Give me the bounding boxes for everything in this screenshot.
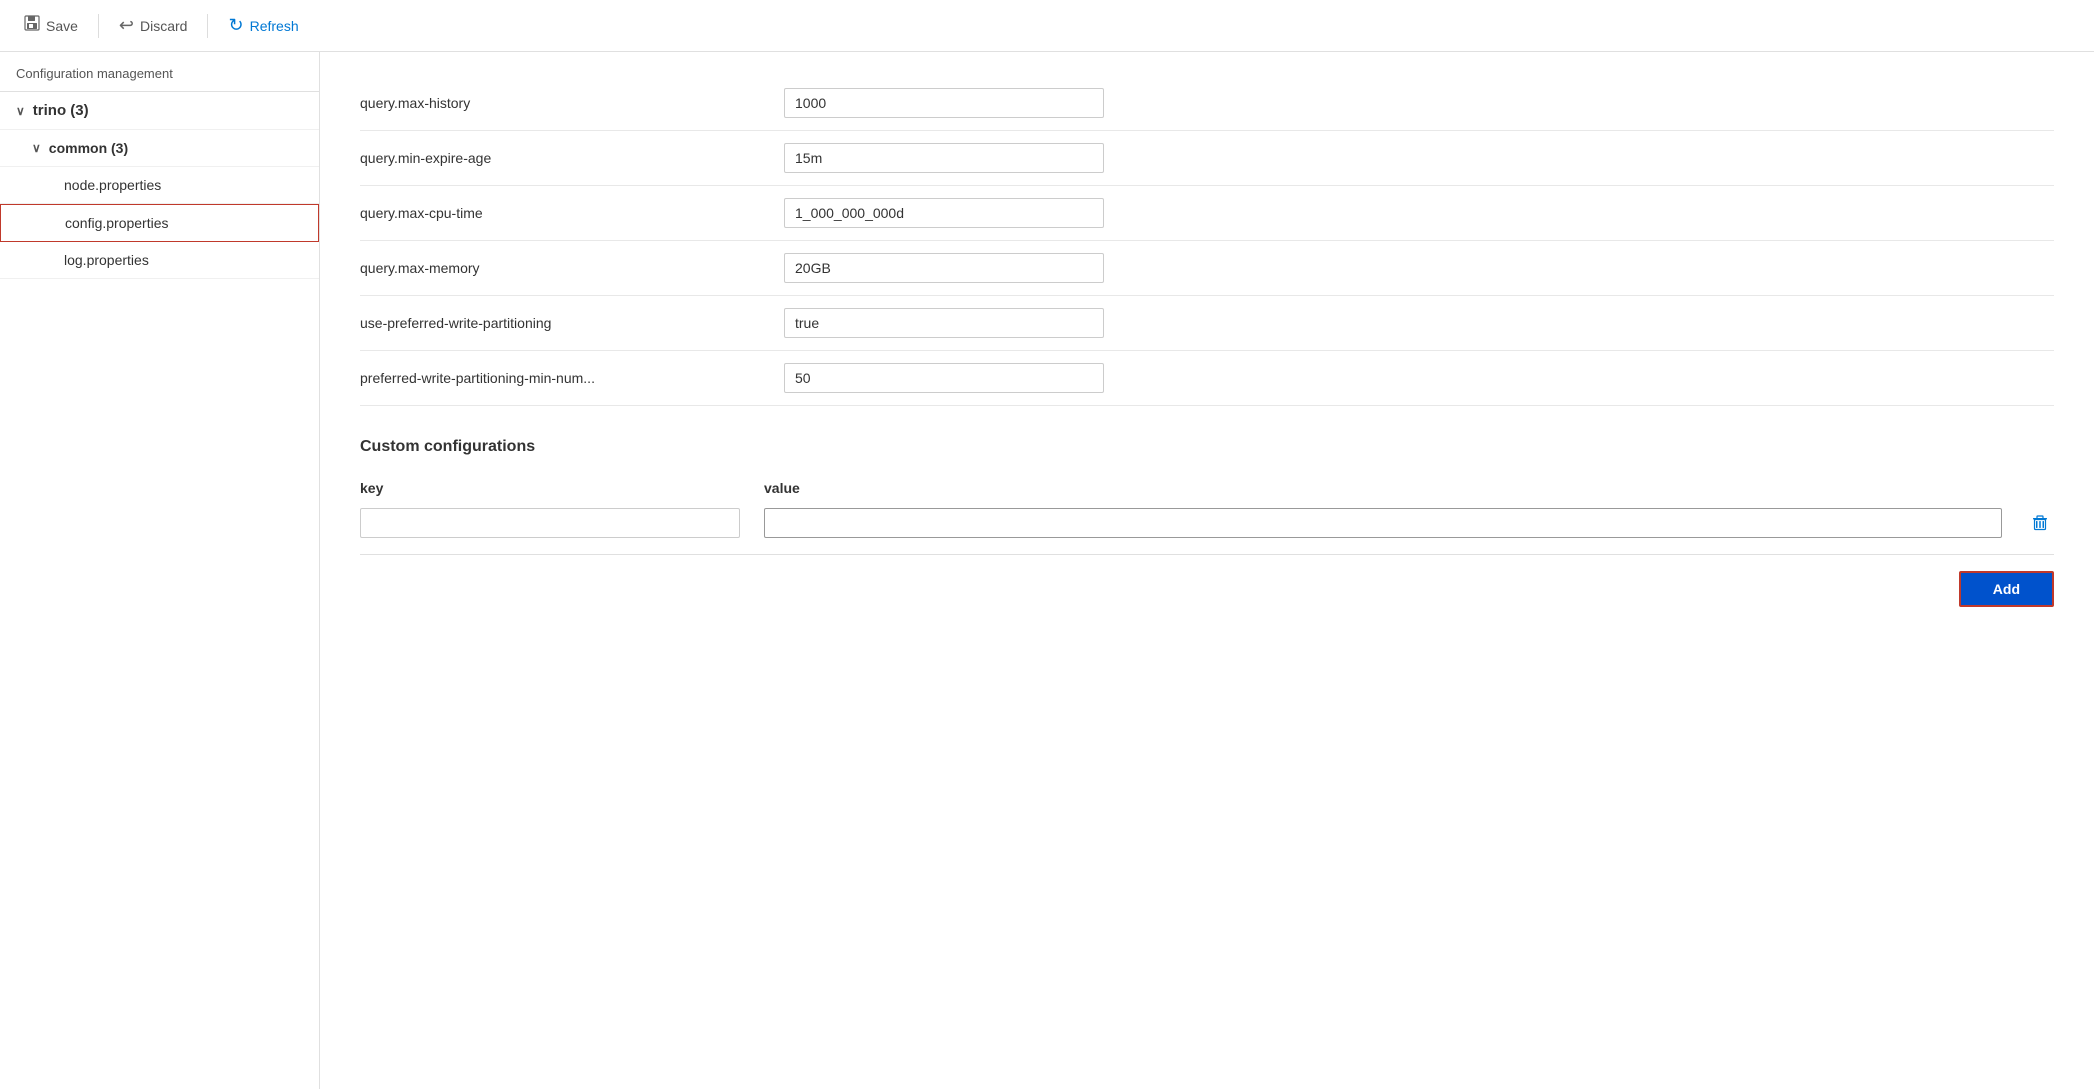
custom-value-header: value: [764, 480, 2054, 496]
config-label: preferred-write-partitioning-min-num...: [360, 370, 760, 386]
config-label: query.min-expire-age: [360, 150, 760, 166]
config-input-query-max-cpu-time[interactable]: [784, 198, 1104, 228]
save-label: Save: [46, 18, 78, 34]
config-value: [784, 88, 2054, 118]
config-label: query.max-cpu-time: [360, 205, 760, 221]
config-input-preferred-write-partitioning-min-num[interactable]: [784, 363, 1104, 393]
main-layout: Configuration management ∨ trino (3) ∨ c…: [0, 52, 2094, 1089]
custom-key-input[interactable]: [360, 508, 740, 538]
config-value: [784, 253, 2054, 283]
sidebar-item-label: trino (3): [33, 102, 89, 119]
config-row-use-preferred-write-partitioning: use-preferred-write-partitioning: [360, 296, 2054, 351]
sidebar-item-config-properties[interactable]: config.properties: [0, 204, 319, 242]
custom-header-row: key value: [360, 480, 2054, 496]
config-rows: query.max-history query.min-expire-age q…: [360, 76, 2054, 406]
refresh-label: Refresh: [250, 18, 299, 34]
config-input-query-min-expire-age[interactable]: [784, 143, 1104, 173]
sidebar-item-node-properties[interactable]: node.properties: [0, 167, 319, 204]
sidebar-title: Configuration management: [0, 52, 319, 92]
refresh-icon: ↻: [228, 15, 243, 36]
save-button[interactable]: Save: [16, 11, 86, 40]
custom-section-title: Custom configurations: [360, 438, 2054, 456]
toolbar: Save ↩ Discard ↻ Refresh: [0, 0, 2094, 52]
save-icon: [24, 15, 40, 36]
trash-icon: [2030, 513, 2050, 533]
config-input-query-max-history[interactable]: [784, 88, 1104, 118]
custom-value-input[interactable]: [764, 508, 2002, 538]
delete-row-button[interactable]: [2026, 509, 2054, 537]
chevron-icon: ∨: [32, 141, 41, 155]
sidebar-item-label: log.properties: [64, 252, 149, 268]
sidebar-item-log-properties[interactable]: log.properties: [0, 242, 319, 279]
config-label: use-preferred-write-partitioning: [360, 315, 760, 331]
config-value: [784, 363, 2054, 393]
sidebar: Configuration management ∨ trino (3) ∨ c…: [0, 52, 320, 1089]
config-row-query-max-cpu-time: query.max-cpu-time: [360, 186, 2054, 241]
toolbar-divider-2: [207, 14, 208, 38]
config-row-query-min-expire-age: query.min-expire-age: [360, 131, 2054, 186]
custom-configurations-section: Custom configurations key value: [360, 438, 2054, 607]
custom-key-header: key: [360, 480, 740, 496]
config-row-preferred-write-partitioning-min-num: preferred-write-partitioning-min-num...: [360, 351, 2054, 406]
chevron-icon: ∨: [16, 104, 25, 118]
content-panel: query.max-history query.min-expire-age q…: [320, 52, 2094, 1089]
config-row-query-max-memory: query.max-memory: [360, 241, 2054, 296]
discard-label: Discard: [140, 18, 187, 34]
config-label: query.max-history: [360, 95, 760, 111]
sidebar-item-common[interactable]: ∨ common (3): [0, 130, 319, 167]
add-button[interactable]: Add: [1959, 571, 2054, 607]
toolbar-divider-1: [98, 14, 99, 38]
config-input-query-max-memory[interactable]: [784, 253, 1104, 283]
add-row: Add: [360, 554, 2054, 607]
discard-button[interactable]: ↩ Discard: [111, 11, 196, 40]
sidebar-item-label: common (3): [49, 140, 128, 156]
refresh-button[interactable]: ↻ Refresh: [220, 11, 306, 40]
config-input-use-preferred-write-partitioning[interactable]: [784, 308, 1104, 338]
config-value: [784, 143, 2054, 173]
config-value: [784, 308, 2054, 338]
config-row-query-max-history: query.max-history: [360, 76, 2054, 131]
config-label: query.max-memory: [360, 260, 760, 276]
sidebar-item-label: config.properties: [65, 215, 169, 231]
discard-icon: ↩: [119, 15, 134, 36]
sidebar-item-trino[interactable]: ∨ trino (3): [0, 92, 319, 130]
sidebar-item-label: node.properties: [64, 177, 161, 193]
custom-input-row-1: [360, 508, 2054, 538]
config-value: [784, 198, 2054, 228]
